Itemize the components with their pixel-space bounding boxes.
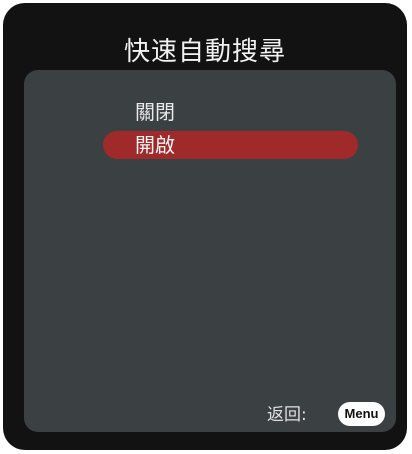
option-off[interactable]: 關閉 (135, 100, 175, 124)
options-panel: 關閉 開啟 返回: Menu (24, 70, 396, 432)
osd-window: 快速自動搜尋 關閉 開啟 返回: Menu (3, 3, 407, 450)
option-on[interactable]: 開啟 (135, 133, 175, 157)
menu-title: 快速自動搜尋 (123, 37, 286, 67)
back-label: 返回: (267, 405, 307, 425)
menu-button[interactable]: Menu (338, 402, 385, 426)
